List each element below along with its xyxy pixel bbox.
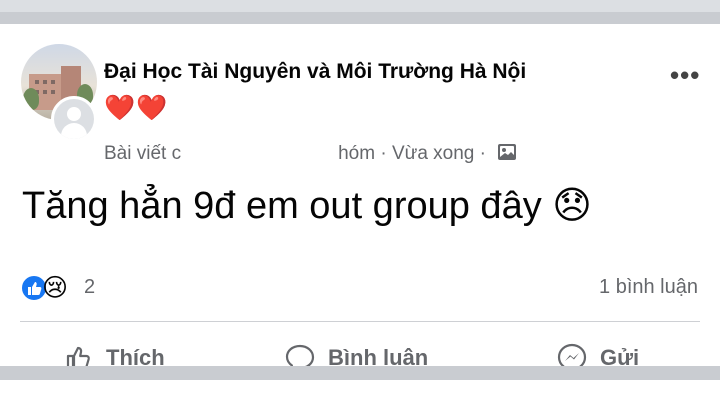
comment-count-link[interactable]: 1 bình luận xyxy=(599,276,698,299)
top-separator xyxy=(0,0,720,24)
user-avatar[interactable] xyxy=(51,96,97,142)
group-name-link[interactable]: Đại Học Tài Nguyên và Môi Trường Hà Nội xyxy=(104,60,526,84)
photo-icon xyxy=(497,142,517,168)
post-meta-right[interactable]: hóm · Vừa xong · xyxy=(338,143,486,164)
heart-icon: ❤️❤️ xyxy=(104,94,169,122)
post-text: Tăng hẳn 9đ em out group đây 😞 xyxy=(22,185,592,227)
bottom-separator xyxy=(0,366,720,400)
sad-icon: 😢 xyxy=(42,274,69,302)
post-card: Đại Học Tài Nguyên và Môi Trường Hà Nội … xyxy=(0,24,720,373)
divider xyxy=(20,321,700,322)
more-options-button[interactable]: ••• xyxy=(670,62,700,88)
post-meta-left: Bài viết c xyxy=(104,143,182,164)
reaction-count: 2 xyxy=(84,276,96,298)
post-meta: Bài viết c hóm · Vừa xong · xyxy=(104,142,517,168)
